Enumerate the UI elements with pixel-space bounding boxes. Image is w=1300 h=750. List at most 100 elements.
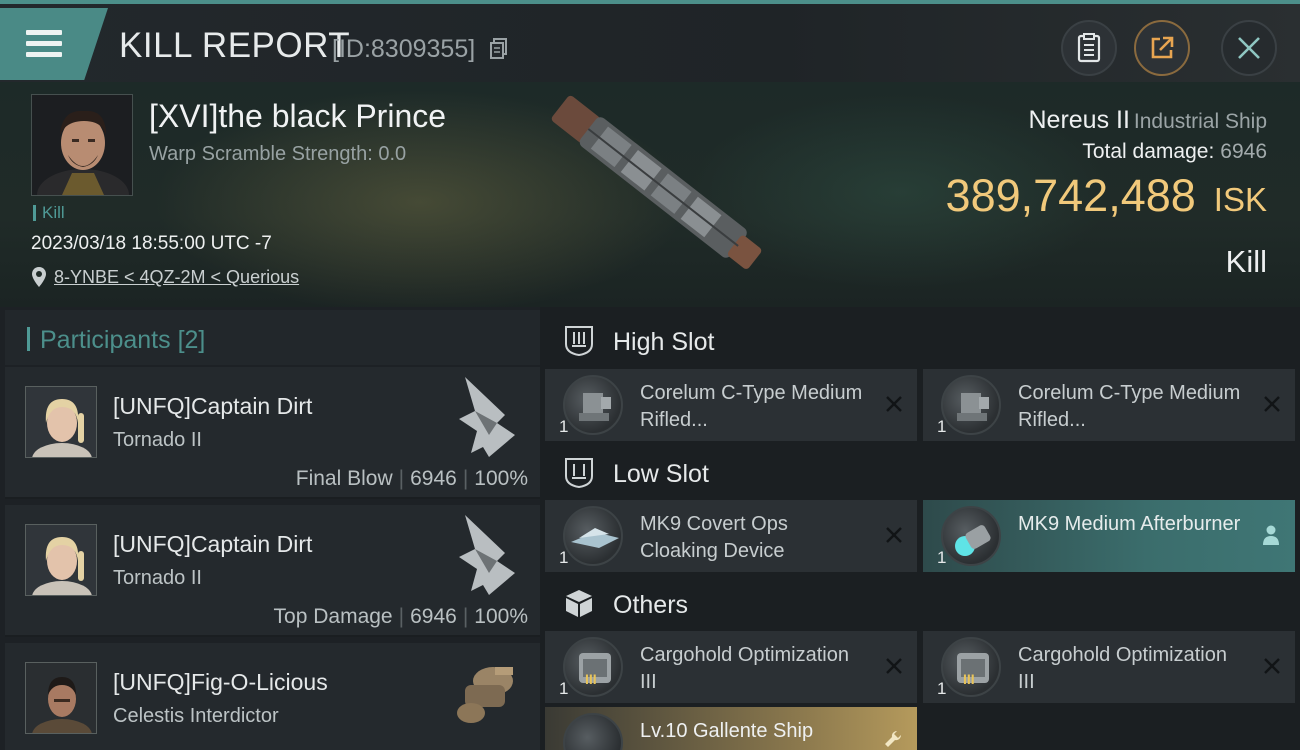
tech-level-icon: III [963,671,975,687]
victim-ship-image [551,95,762,269]
warp-scramble-strength: Warp Scramble Strength: 0.0 [149,143,407,165]
participants-count: [2] [177,326,206,354]
page-title: KILL REPORT [119,26,351,65]
high-slot-header: High Slot [545,310,1300,370]
tech-level-icon: III [585,671,597,687]
participant-avatar[interactable] [25,524,97,596]
victim-portrait[interactable] [31,94,133,196]
module-item[interactable]: 1 Corelum C-Type Medium Rifled... [545,369,917,441]
destroyed-x-icon [1264,396,1280,412]
hamburger-icon [26,30,62,58]
participant-name[interactable]: [UNFQ]Captain Dirt [113,531,312,558]
others-title: Others [613,591,689,619]
others-header: Others [545,573,1300,633]
module-quantity: 1 [559,679,569,698]
clipboard-icon [1077,33,1101,63]
participants-header: Participants [2] [5,310,540,365]
participant-ship: Celestis Interdictor [113,705,279,727]
ship-class: Industrial Ship [1133,110,1267,133]
skill-ship-icon [563,713,623,750]
module-quantity: 1 [937,417,947,436]
top-bar: KILL REPORT [ID:8309355] [0,0,1300,82]
module-quantity: 1 [937,679,947,698]
participants-panel: Participants [2] [UNFQ]Captain Dirt Torn… [0,307,540,750]
turret-icon [563,375,623,435]
participant-ship-image [459,377,515,457]
close-button[interactable] [1221,20,1277,76]
cloak-icon [563,506,623,566]
module-name: Corelum C-Type Medium Rifled... [1018,382,1241,431]
participant-damage: 6946 [410,605,457,628]
isk-unit: ISK [1213,181,1267,218]
module-quantity: 1 [559,548,569,567]
participant-avatar[interactable] [25,386,97,458]
module-item-dropped[interactable]: 1 MK9 Medium Afterburner [923,500,1295,572]
module-name: Cargohold Optimization III [640,644,849,693]
wrench-icon [885,730,902,747]
turret-icon [941,375,1001,435]
participant-ship: Tornado II [113,567,202,589]
low-slot-header: Low Slot [545,442,1300,502]
box-icon [566,590,592,617]
afterburner-icon [941,506,1001,566]
participants-label: Participants [40,326,171,354]
participant-role: Top Damage [273,605,393,628]
low-slot-icon [565,458,593,488]
kill-tag: Kill [33,204,65,221]
high-slot-title: High Slot [613,328,715,356]
share-button[interactable] [1134,20,1190,76]
participant-damage: 6946 [410,467,457,490]
module-name: Corelum C-Type Medium Rifled... [640,382,863,431]
destroyed-x-icon [886,658,902,674]
participant-ship-image [459,515,515,595]
module-item[interactable]: III 1 Cargohold Optimization III [545,631,917,703]
destroyed-x-icon [886,527,902,543]
cargohold-icon [563,637,623,697]
participant-stats: Final Blow | 6946 | 100% [295,467,528,490]
total-damage-label: Total damage: [1082,140,1215,163]
total-damage: Total damage: 6946 [1082,140,1267,164]
ship-name[interactable]: Nereus II [1028,106,1129,134]
location-pin-icon [32,267,46,287]
participant-role: Final Blow [295,467,393,490]
person-icon [1263,525,1279,545]
module-item-skill[interactable]: Lv.10 Gallente Ship [545,707,917,750]
destroyed-x-icon [1264,658,1280,674]
participant-avatar[interactable]: ★ [25,662,97,734]
menu-button[interactable] [0,8,108,80]
clipboard-button[interactable] [1061,20,1117,76]
participant-percent: 100% [474,467,528,490]
isk-amount: 389,742,488 [945,170,1196,221]
participant-row[interactable]: [UNFQ]Captain Dirt Tornado II Final Blow… [5,367,540,499]
victim-name[interactable]: [XVI]the black Prince [149,98,446,135]
module-name: Cargohold Optimization III [1018,644,1227,693]
module-item[interactable]: 1 Corelum C-Type Medium Rifled... [923,369,1295,441]
share-icon [1151,36,1174,59]
participant-row[interactable]: [UNFQ]Captain Dirt Tornado II Top Damage… [5,505,540,637]
cargohold-icon [941,637,1001,697]
destroyed-x-icon [886,396,902,412]
module-quantity: 1 [937,548,947,567]
module-quantity: 1 [559,417,569,436]
kill-result: Kill [1225,244,1267,279]
participant-row[interactable]: ★ [UNFQ]Fig-O-Licious Celestis Interdict… [5,643,540,750]
module-name: Lv.10 Gallente Ship [640,720,814,742]
copy-icon[interactable] [490,38,508,60]
participant-name[interactable]: [UNFQ]Fig-O-Licious [113,669,328,696]
participant-ship: Tornado II [113,429,202,451]
module-item[interactable]: 1 MK9 Covert Ops Cloaking Device [545,500,917,572]
victim-summary: [XVI]the black Prince Warp Scramble Stre… [0,82,1300,307]
low-slot-title: Low Slot [613,460,709,488]
kill-location-link[interactable]: 8-YNBE < 4QZ-2M < Querious [54,267,299,288]
kill-datetime: 2023/03/18 18:55:00 UTC -7 [31,233,272,254]
isk-value: 389,742,488 ISK [946,170,1267,222]
report-id: [ID:8309355] [332,35,476,63]
fitting-panel: High Slot 1 Corelum C-Type Medium Rifled… [540,307,1300,750]
ship-info: Nereus II Industrial Ship [1028,106,1267,135]
participant-stats: Top Damage | 6946 | 100% [273,605,528,628]
total-damage-value: 6946 [1220,140,1267,163]
participant-name[interactable]: [UNFQ]Captain Dirt [113,393,312,420]
module-item[interactable]: III 1 Cargohold Optimization III [923,631,1295,703]
module-name: MK9 Covert Ops Cloaking Device [640,513,788,562]
participant-ship-image [457,667,513,723]
